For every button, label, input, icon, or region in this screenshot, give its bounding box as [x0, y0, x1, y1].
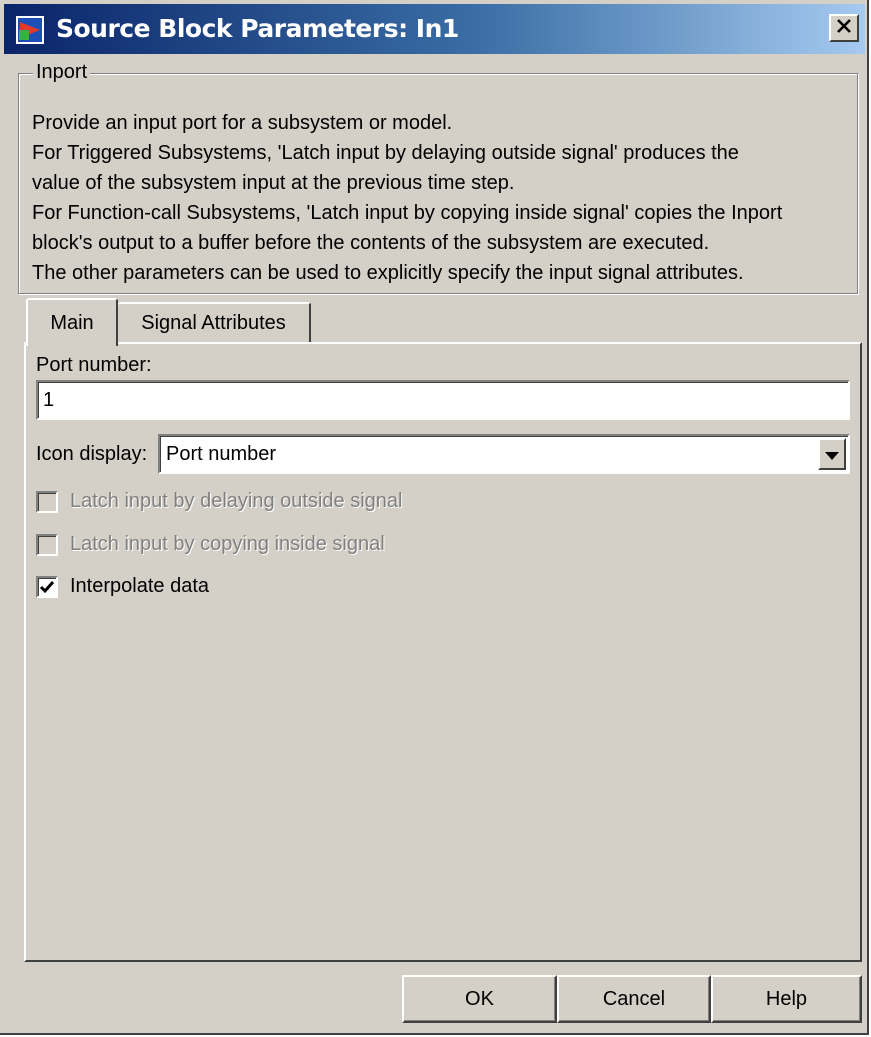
- simulink-block-icon: [16, 16, 44, 44]
- description-line: The other parameters can be used to expl…: [32, 262, 744, 284]
- tab-main[interactable]: Main: [26, 298, 118, 346]
- title-bar[interactable]: Source Block Parameters: In1: [4, 4, 865, 54]
- ok-button[interactable]: OK: [402, 975, 557, 1023]
- tab-signal-attributes-label: Signal Attributes: [141, 311, 286, 334]
- group-legend: Inport: [33, 61, 91, 84]
- port-number-label: Port number:: [36, 354, 152, 376]
- description-line: Provide an input port for a subsystem or…: [32, 112, 453, 134]
- interpolate-data-checkbox[interactable]: [36, 576, 58, 598]
- checkmark-icon: [39, 581, 55, 594]
- close-button[interactable]: [829, 14, 859, 42]
- port-number-input[interactable]: 1: [36, 380, 850, 420]
- description-line: block's output to a buffer before the co…: [32, 232, 710, 254]
- description-text: Provide an input port for a subsystem or…: [32, 108, 782, 288]
- icon-display-value: Port number: [166, 443, 277, 465]
- latch-copy-label: Latch input by copying inside signal: [70, 533, 385, 555]
- icon-display-select[interactable]: Port number: [158, 434, 850, 474]
- tab-signal-attributes[interactable]: Signal Attributes: [118, 302, 311, 342]
- cancel-button[interactable]: Cancel: [557, 975, 711, 1023]
- latch-copy-checkbox[interactable]: [36, 534, 58, 556]
- dropdown-button[interactable]: [818, 438, 846, 470]
- latch-delay-checkbox[interactable]: [36, 491, 58, 513]
- latch-delay-label: Latch input by delaying outside signal: [70, 490, 403, 512]
- icon-display-label: Icon display:: [36, 443, 148, 465]
- interpolate-data-label: Interpolate data: [70, 575, 209, 597]
- help-button[interactable]: Help: [711, 975, 862, 1023]
- description-line: value of the subsystem input at the prev…: [32, 172, 515, 194]
- description-line: For Triggered Subsystems, 'Latch input b…: [32, 142, 739, 164]
- chevron-down-icon: [825, 443, 839, 466]
- window-title: Source Block Parameters: In1: [56, 14, 459, 43]
- dialog-window: Source Block Parameters: In1 Inport Prov…: [0, 0, 869, 1035]
- tab-main-label: Main: [50, 311, 94, 334]
- inport-group: Inport Provide an input port for a subsy…: [18, 61, 858, 294]
- description-line: For Function-call Subsystems, 'Latch inp…: [32, 202, 783, 224]
- close-icon: [836, 18, 852, 38]
